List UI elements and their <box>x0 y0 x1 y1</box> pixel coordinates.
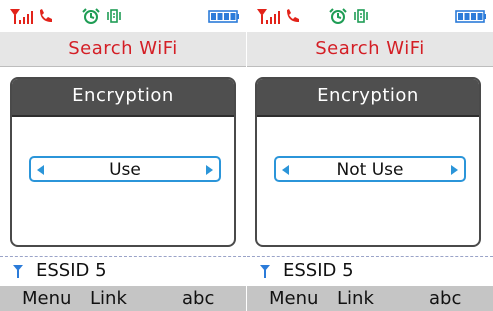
softkey-link[interactable]: Link <box>337 288 374 309</box>
battery-icon <box>455 10 486 23</box>
right-arrow-icon[interactable] <box>451 165 458 175</box>
encryption-selector[interactable]: Use <box>29 156 221 182</box>
battery-icon <box>208 10 239 23</box>
screen-title: Search WiFi <box>315 38 425 59</box>
phone-icon <box>40 9 52 22</box>
softkey-link[interactable]: Link <box>90 288 127 309</box>
network-info-bar: ESSID 5 <box>0 257 246 285</box>
encryption-panel: Encryption Not Use <box>255 77 481 247</box>
softkey-bar: Menu Link abc <box>247 286 493 311</box>
network-name: ESSID 5 <box>283 260 354 281</box>
vibrate-icon <box>354 9 368 23</box>
softkey-bar: Menu Link abc <box>0 286 246 311</box>
antenna-icon <box>260 265 270 278</box>
softkey-abc[interactable]: abc <box>429 288 461 309</box>
phone-icon <box>287 9 299 22</box>
antenna-icon <box>13 265 23 278</box>
status-bar <box>247 0 493 32</box>
softkey-menu[interactable]: Menu <box>269 288 318 309</box>
selector-value: Use <box>109 160 141 180</box>
alarm-icon <box>82 8 100 24</box>
right-arrow-icon[interactable] <box>206 165 213 175</box>
vibrate-icon <box>107 9 121 23</box>
softkey-menu[interactable]: Menu <box>22 288 71 309</box>
screen-right: Search WiFi Encryption Not Use ESSID 5 M… <box>247 0 493 311</box>
encryption-selector[interactable]: Not Use <box>274 156 466 182</box>
network-info-bar: ESSID 5 <box>247 257 493 285</box>
panel-header: Encryption <box>257 79 479 117</box>
signal-icon <box>10 9 33 24</box>
network-name: ESSID 5 <box>36 260 107 281</box>
screen-left: Search WiFi Encryption Use ESSID 5 Menu … <box>0 0 246 311</box>
encryption-panel: Encryption Use <box>10 77 236 247</box>
selector-value: Not Use <box>336 160 404 180</box>
panel-header: Encryption <box>12 79 234 117</box>
screen-title: Search WiFi <box>68 38 178 59</box>
phone-screens: Search WiFi Encryption Use ESSID 5 Menu … <box>0 0 493 311</box>
alarm-icon <box>329 8 347 24</box>
title-bar: Search WiFi <box>247 32 493 67</box>
status-bar <box>0 0 246 32</box>
signal-icon <box>257 9 280 24</box>
softkey-abc[interactable]: abc <box>182 288 214 309</box>
title-bar: Search WiFi <box>0 32 246 67</box>
